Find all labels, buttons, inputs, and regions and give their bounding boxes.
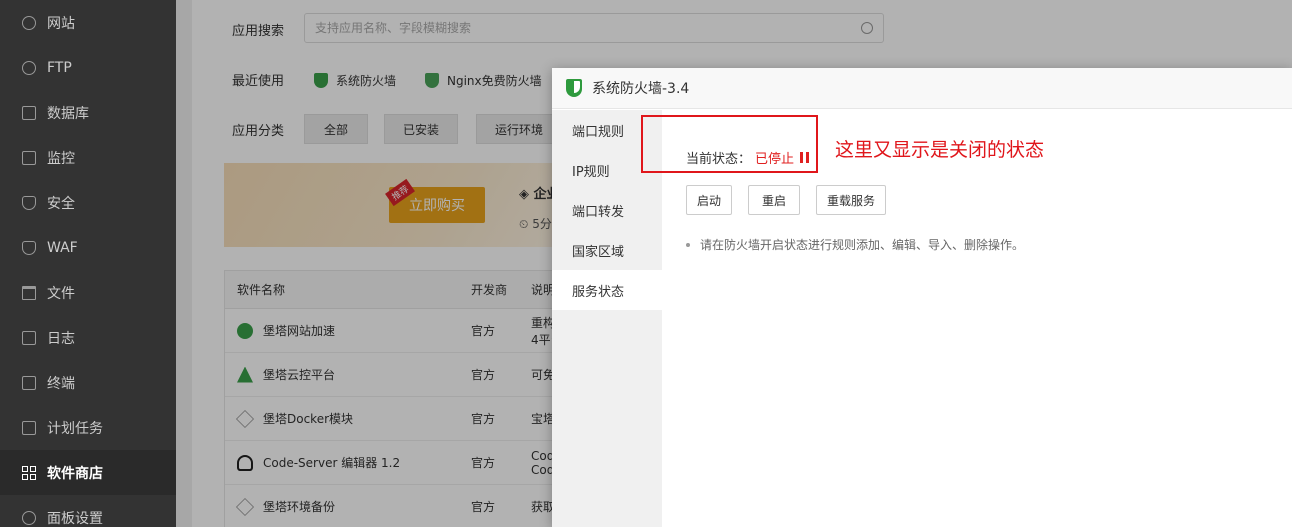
sidebar-item-database[interactable]: 数据库 — [0, 90, 176, 135]
folder-icon — [22, 285, 36, 300]
start-button[interactable]: 启动 — [686, 185, 732, 215]
reload-service-button[interactable]: 重载服务 — [816, 185, 886, 215]
sidebar-item-label: FTP — [47, 59, 72, 76]
annotation-note: 这里又显示是关闭的状态 — [835, 139, 1045, 161]
sidebar-item-label: 安全 — [47, 195, 75, 212]
restart-button[interactable]: 重启 — [748, 185, 800, 215]
hint-text: 请在防火墙开启状态进行规则添加、编辑、导入、删除操作。 — [686, 236, 1024, 253]
sidebar-item-waf[interactable]: WAF — [0, 225, 176, 270]
sidebar-item-label: 文件 — [47, 285, 75, 302]
sidebar-item-store[interactable]: 软件商店 — [0, 450, 176, 495]
tab-port-forward[interactable]: 端口转发 — [552, 190, 662, 230]
grid-icon — [22, 465, 36, 480]
database-icon — [22, 105, 36, 120]
calendar-icon — [22, 420, 36, 435]
sidebar-item-label: 面板设置 — [47, 510, 103, 527]
annotation-box — [641, 115, 818, 173]
shield-icon — [22, 195, 36, 210]
log-icon — [22, 330, 36, 345]
modal-header: 系统防火墙-3.4 — [552, 68, 1292, 109]
sidebar-item-settings[interactable]: 面板设置 — [0, 495, 176, 527]
sidebar-item-files[interactable]: 文件 — [0, 270, 176, 315]
sidebar-item-label: 数据库 — [47, 105, 89, 122]
globe-icon — [22, 15, 36, 30]
sidebar-item-logs[interactable]: 日志 — [0, 315, 176, 360]
sidebar-item-terminal[interactable]: 终端 — [0, 360, 176, 405]
sidebar-item-label: 软件商店 — [47, 465, 103, 482]
firewall-shield-icon — [566, 79, 582, 97]
bullet-icon — [686, 242, 690, 247]
sidebar-item-label: 计划任务 — [47, 420, 103, 437]
waf-shield-icon — [22, 240, 36, 255]
sidebar-item-label: WAF — [47, 239, 78, 256]
gear-icon — [22, 510, 36, 525]
sidebar-item-website[interactable]: 网站 — [0, 0, 176, 45]
hint-text-content: 请在防火墙开启状态进行规则添加、编辑、导入、删除操作。 — [700, 238, 1025, 252]
sidebar: 网站 FTP 数据库 监控 安全 WAF 文件 日志 终端 计划任务 软件商店 … — [0, 0, 176, 527]
sidebar-item-label: 日志 — [47, 330, 75, 347]
terminal-icon — [22, 375, 36, 390]
tab-country-region[interactable]: 国家区域 — [552, 230, 662, 270]
sidebar-item-ftp[interactable]: FTP — [0, 45, 176, 90]
modal-title: 系统防火墙-3.4 — [592, 81, 690, 97]
sidebar-item-label: 终端 — [47, 375, 75, 392]
monitor-icon — [22, 150, 36, 165]
tab-service-status[interactable]: 服务状态 — [552, 270, 662, 310]
sidebar-item-monitor[interactable]: 监控 — [0, 135, 176, 180]
sidebar-item-security[interactable]: 安全 — [0, 180, 176, 225]
sidebar-item-label: 网站 — [47, 15, 75, 32]
ftp-icon — [22, 60, 36, 75]
sidebar-item-label: 监控 — [47, 150, 75, 167]
sidebar-item-cron[interactable]: 计划任务 — [0, 405, 176, 450]
